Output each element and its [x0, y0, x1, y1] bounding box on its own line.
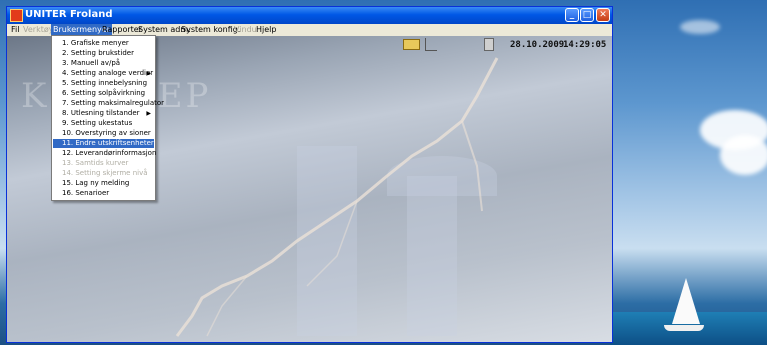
menu-item-setting-maksimalregulator[interactable]: 7. Setting maksimalregulator: [53, 99, 164, 108]
menu-item-leverandorinformasjon[interactable]: 12. Leverandørinformasjon: [53, 149, 157, 158]
menu-item-manuell-av-pa[interactable]: 3. Manuell av/på: [53, 59, 154, 68]
menu-item-label: 16. Senarioer: [62, 189, 110, 197]
chart-icon[interactable]: [425, 38, 437, 51]
close-button[interactable]: ✕: [596, 8, 610, 22]
brukermenyer-dropdown: 1. Grafiske menyer 2. Setting brukstider…: [51, 35, 164, 201]
menu-item-label: 1. Grafiske menyer: [62, 39, 129, 47]
menu-item-setting-skjerme-niva[interactable]: 14. Setting skjerme nivå: [53, 169, 154, 178]
menu-item-label: 13. Samtids kurver: [62, 159, 129, 167]
current-date: 28.10.2009: [510, 40, 565, 50]
cloud: [720, 135, 767, 175]
current-time: 14:29:05: [563, 40, 607, 50]
app-icon: [10, 9, 23, 22]
menu-item-setting-innebelysning[interactable]: 5. Setting innebelysning: [53, 79, 154, 88]
sailboat-icon: [672, 278, 700, 324]
submenu-arrow-icon: ▶: [146, 110, 151, 117]
title-bar[interactable]: UNITER Froland _ □ ✕: [7, 7, 612, 24]
menu-item-label: 14. Setting skjerme nivå: [62, 169, 148, 177]
window-title: UNITER Froland: [25, 9, 113, 20]
menu-item-label: 5. Setting innebelysning: [62, 79, 148, 87]
menu-item-setting-analoge-verdier[interactable]: 4. Setting analoge verdier ▶: [53, 69, 154, 78]
menu-item-samtids-kurver[interactable]: 13. Samtids kurver: [53, 159, 154, 168]
menu-item-overstyring[interactable]: 10. Overstyring av sioner: [53, 129, 154, 138]
menu-item-label: 2. Setting brukstider: [62, 49, 134, 57]
menu-item-label: 3. Manuell av/på: [62, 59, 121, 67]
menu-item-label: 15. Lag ny melding: [62, 179, 130, 187]
menu-item-label: 11. Endre utskriftsenheter: [62, 139, 154, 147]
menu-item-endre-utskriftsenheter[interactable]: 11. Endre utskriftsenheter: [53, 139, 154, 148]
submenu-arrow-icon: ▶: [146, 70, 151, 77]
menu-item-grafiske-menyer[interactable]: 1. Grafiske menyer: [53, 39, 154, 48]
menu-item-label: 6. Setting solpåvirkning: [62, 89, 146, 97]
maximize-button[interactable]: □: [580, 8, 594, 22]
menu-item-setting-ukestatus[interactable]: 9. Setting ukestatus: [53, 119, 154, 128]
menu-item-label: 12. Leverandørinformasjon: [62, 149, 157, 157]
menu-item-setting-brukstider[interactable]: 2. Setting brukstider: [53, 49, 154, 58]
trash-icon[interactable]: [484, 38, 494, 51]
menu-item-lag-ny-melding[interactable]: 15. Lag ny melding: [53, 179, 154, 188]
folder-icon[interactable]: [403, 39, 420, 50]
menu-item-label: 7. Setting maksimalregulator: [62, 99, 165, 107]
menu-item-label: 10. Overstyring av sioner: [62, 129, 151, 137]
menu-item-label: 4. Setting analoge verdier: [62, 69, 154, 77]
menu-fil[interactable]: Fil: [9, 24, 21, 36]
cloud: [680, 20, 720, 34]
menu-hjelp[interactable]: Hjelp: [254, 24, 278, 36]
menu-item-senarioer[interactable]: 16. Senarioer: [53, 189, 154, 198]
menu-item-label: 9. Setting ukestatus: [62, 119, 133, 127]
menu-item-utlesning-tilstander[interactable]: 8. Utlesning tilstander ▶: [53, 109, 154, 118]
minimize-button[interactable]: _: [565, 8, 579, 22]
menu-item-label: 8. Utlesning tilstander: [62, 109, 140, 117]
menu-item-setting-solpavirkning[interactable]: 6. Setting solpåvirkning: [53, 89, 154, 98]
sailboat-hull: [664, 325, 704, 331]
